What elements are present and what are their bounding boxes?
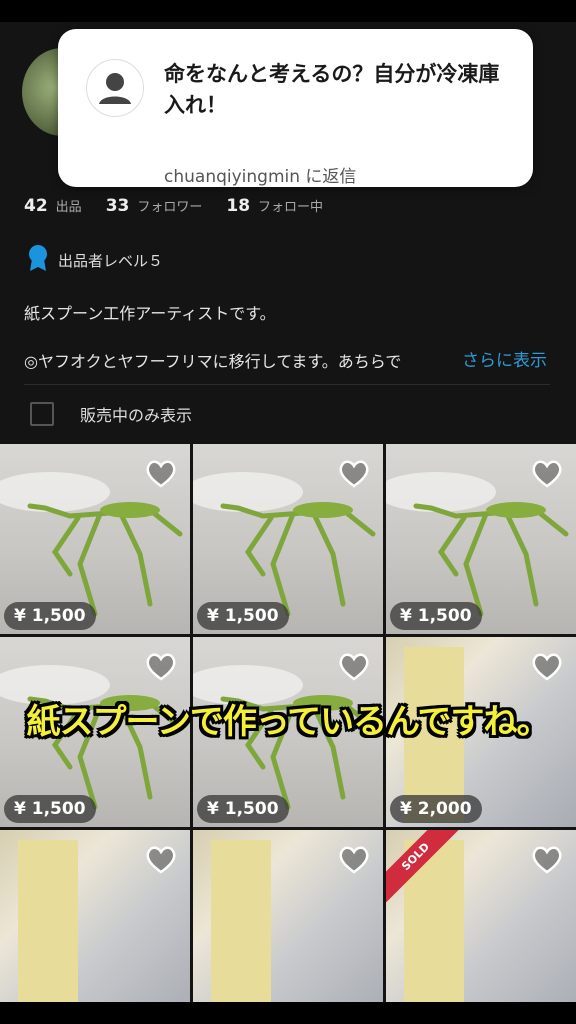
show-more-link[interactable]: さらに表示	[462, 346, 547, 371]
followers-label[interactable]: フォロワー	[137, 196, 202, 215]
item-price: ¥ 1,500	[390, 602, 482, 630]
item-card[interactable]: ¥ 1,500	[193, 444, 383, 634]
favorite-heart-icon[interactable]	[144, 651, 178, 683]
item-price: ¥ 1,500	[4, 602, 96, 630]
favorite-heart-icon[interactable]	[144, 844, 178, 876]
notification-reply-to: chuanqiyingmin に返信	[164, 167, 357, 187]
favorite-heart-icon[interactable]	[530, 651, 564, 683]
bio-line-1: 紙スプーン工作アーティストです。	[24, 304, 276, 323]
bottom-bar	[0, 1002, 576, 1024]
seller-level: 出品者レベル５	[26, 244, 163, 276]
user-avatar-icon	[86, 59, 144, 117]
item-photo	[18, 840, 78, 1015]
item-price: ¥ 2,000	[390, 795, 482, 823]
item-photo	[211, 840, 271, 1015]
item-card[interactable]: SOLD	[386, 830, 576, 1020]
item-price: ¥ 1,500	[197, 795, 289, 823]
listings-count: 42	[24, 196, 48, 216]
reply-notification[interactable]: 命をなんと考えるの？自分が冷凍庫入れ！ chuanqiyingmin に返信	[58, 29, 533, 187]
item-price: ¥ 1,500	[4, 795, 96, 823]
favorite-heart-icon[interactable]	[530, 844, 564, 876]
item-card[interactable]	[0, 830, 190, 1020]
item-card[interactable]: ¥ 1,500	[386, 444, 576, 634]
badge-icon	[26, 244, 50, 276]
favorite-heart-icon[interactable]	[337, 844, 371, 876]
favorite-heart-icon[interactable]	[337, 458, 371, 490]
favorite-heart-icon[interactable]	[337, 651, 371, 683]
following-label[interactable]: フォロー中	[258, 196, 323, 215]
on-sale-filter[interactable]: 販売中のみ表示	[30, 402, 192, 426]
bio-line-2: ◎ヤフオクとヤフーフリマに移行してます。あちらで	[24, 352, 402, 371]
followers-count: 33	[105, 196, 130, 216]
profile-stats: 42 出品 33 フォロワー 18 フォロー中	[24, 196, 347, 220]
following-count: 18	[226, 196, 251, 216]
item-card[interactable]: ¥ 1,500	[0, 444, 190, 634]
video-caption: 紙スプーンで作っているんですね。	[26, 702, 551, 742]
listings-label[interactable]: 出品	[56, 196, 82, 215]
item-price: ¥ 1,500	[197, 602, 289, 630]
notification-message: 命をなんと考えるの？自分が冷凍庫入れ！	[164, 62, 500, 117]
seller-level-label: 出品者レベル５	[58, 251, 164, 270]
on-sale-label: 販売中のみ表示	[80, 406, 193, 425]
sold-label: SOLD	[386, 830, 466, 908]
divider	[24, 384, 550, 385]
status-bar	[0, 0, 576, 22]
favorite-heart-icon[interactable]	[144, 458, 178, 490]
item-card[interactable]	[193, 830, 383, 1020]
sold-badge: SOLD	[386, 830, 466, 910]
profile-screen: 命をなんと考えるの？自分が冷凍庫入れ！ chuanqiyingmin に返信 4…	[0, 0, 576, 1024]
on-sale-checkbox[interactable]	[30, 402, 54, 426]
favorite-heart-icon[interactable]	[530, 458, 564, 490]
